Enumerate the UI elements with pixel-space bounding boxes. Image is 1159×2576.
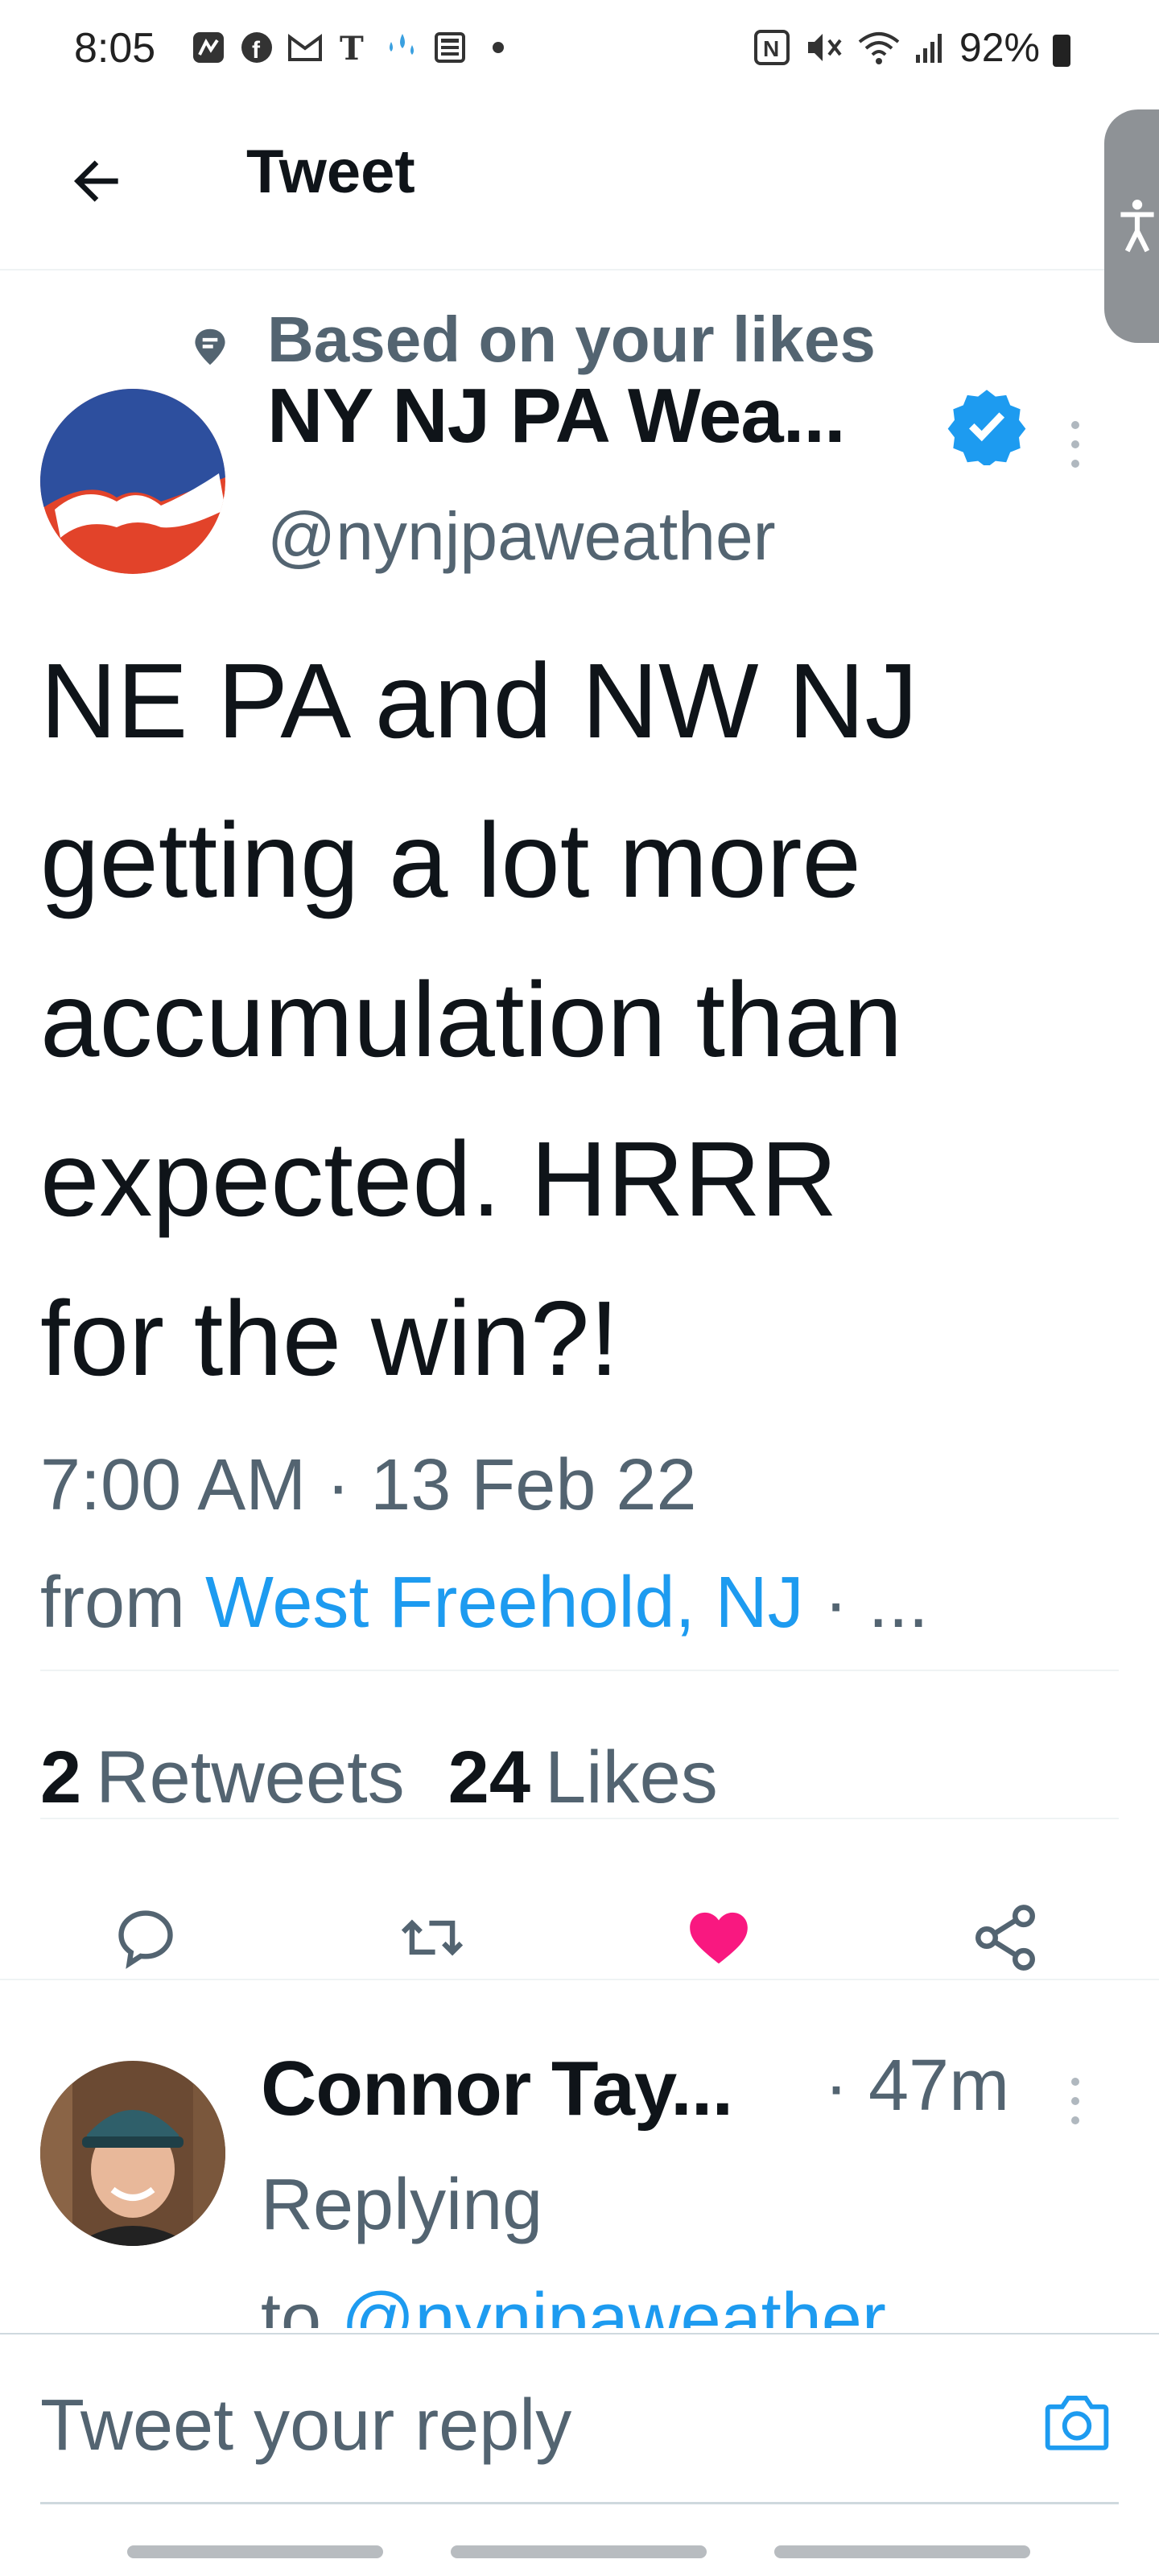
share-icon [975,1905,1035,1971]
replying-to-handle[interactable]: @nynjpaweather [341,2279,886,2328]
reply-author-name[interactable]: Connor Tay... [261,2045,733,2133]
nav-gesture-left[interactable] [127,2545,383,2558]
svg-text:T: T [340,31,364,64]
gmail-icon [287,29,324,66]
accessibility-icon [1120,200,1154,253]
reply-author-avatar[interactable] [40,2061,225,2246]
drops-icon [383,29,420,66]
top-app-bar [0,97,1159,270]
page-title: Tweet [246,138,415,206]
nav-gesture-right[interactable] [774,2545,1030,2558]
reply-input-underline [40,2502,1119,2504]
reply-button[interactable] [101,1893,190,1982]
news-icon [431,29,468,66]
verified-badge-icon [947,385,1027,469]
share-button[interactable] [961,1893,1050,1982]
likes-count: 24 [448,1736,531,1818]
signal-icon [915,34,942,63]
back-button[interactable] [56,141,137,221]
reply-icon [118,1910,173,1969]
status-notification-icons: f T [190,29,517,66]
heart-filled-icon [690,1912,748,1964]
reply-input[interactable]: Tweet your reply [40,2384,571,2467]
accessibility-button[interactable] [1104,109,1159,343]
replying-label: Replying [261,2165,543,2245]
tweet-source: from West Freehold, NJ · ... [40,1562,929,1645]
retweet-icon [401,1919,464,1956]
engagement-counts: 2 Retweets 24 Likes [40,1736,761,1820]
wifi-icon [858,32,900,64]
mute-icon [807,34,842,61]
dot-icon [480,29,517,66]
battery-percent: 92% [959,25,1040,70]
author-avatar[interactable] [40,389,225,574]
source-suffix: · ... [803,1563,929,1643]
source-location-link[interactable]: West Freehold, NJ [205,1563,804,1643]
like-button[interactable] [674,1893,763,1982]
battery-icon [1053,35,1070,67]
facebook-icon: f [238,29,275,66]
camera-icon [1045,2396,1109,2450]
retweets-label: Retweets [96,1736,405,1818]
retweets-count: 2 [40,1736,82,1818]
nfc-app-icon [190,29,227,66]
author-name[interactable]: NY NJ PA Wea... [267,372,846,460]
social-context-text: Based on your likes [267,303,876,375]
social-context-icon [192,326,229,372]
reply-time: · 47m [824,2046,1010,2126]
svg-text:N: N [763,36,779,61]
retweets-count-link[interactable]: 2 Retweets [40,1736,405,1820]
tweet-more-options-icon[interactable] [1066,419,1084,474]
svg-text:f: f [252,37,261,64]
divider [40,1818,1119,1819]
tweet-timestamp: 7:00 AM · 13 Feb 22 [40,1445,697,1525]
author-handle[interactable]: @nynjpaweather [267,497,776,576]
likes-label: Likes [545,1736,718,1818]
divider [40,1670,1119,1671]
replying-to: to @nynjpaweather [261,2278,886,2328]
source-prefix: from [40,1563,206,1643]
tweet-text: NE PA and NW NJ getting a lot more accum… [40,642,918,1397]
camera-button[interactable] [1038,2383,1116,2460]
reply-more-options-icon[interactable] [1066,2075,1084,2131]
status-system-icons: N 92% [753,24,1070,71]
nav-gesture-home[interactable] [451,2545,707,2558]
divider [0,1979,1159,1980]
retweet-button[interactable] [388,1893,476,1982]
back-arrow-icon [74,160,118,202]
replying-to-prefix: to [261,2279,342,2328]
nfc-icon: N [753,30,790,65]
nytimes-icon: T [335,29,372,66]
status-time: 8:05 [74,25,156,72]
likes-count-link[interactable]: 24 Likes [448,1736,718,1820]
